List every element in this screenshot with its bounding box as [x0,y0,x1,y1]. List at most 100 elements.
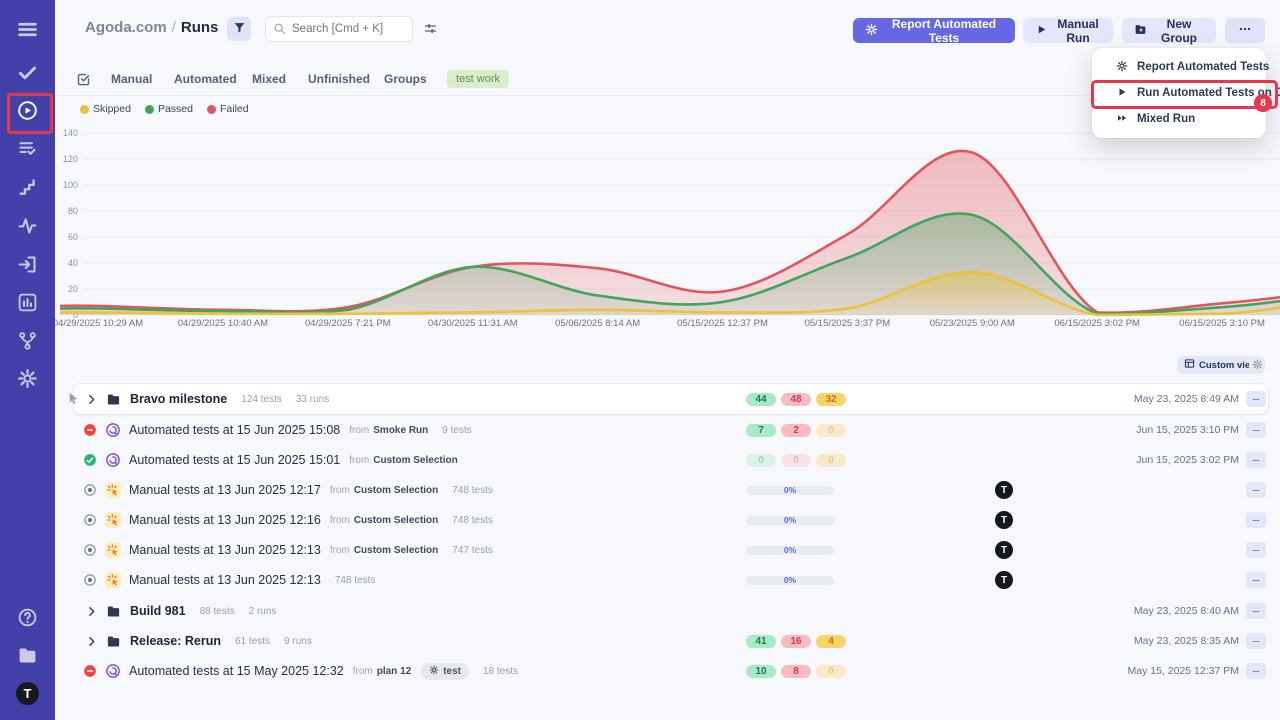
status-pending-icon [83,573,97,587]
sidebar: T [0,0,55,720]
table-row[interactable]: Automated tests at 15 May 2025 12:32from… [73,656,1268,686]
row-more-button[interactable] [1246,422,1266,438]
app-logo[interactable]: T [16,682,39,705]
from-label: from [349,425,369,436]
legend-item-skipped[interactable]: Skipped [80,103,131,115]
table-row[interactable]: Build 981 88 tests 2 runs May 23, 2025 8:40… [73,596,1268,626]
manual-run-icon [105,572,121,588]
manual-run-button[interactable]: Manual Run [1023,18,1113,43]
group-title[interactable]: Build 981 [130,604,186,618]
table-row[interactable]: Bravo milestone124 tests33 runs444832May… [73,384,1268,414]
row-more-button[interactable] [1246,663,1266,679]
x-axis-tick: 05/06/2025 8:14 AM [538,318,658,329]
table-row[interactable]: Automated tests at 15 Jun 2025 15:01from… [73,445,1268,475]
badge-passed: 44 [746,393,776,406]
menu-item-mixed-run[interactable]: Mixed Run [1092,106,1266,132]
progress-bar: 0% [746,576,834,585]
progress-bar: 0% [746,546,834,555]
run-source: Custom Selection [373,455,457,466]
view-settings-gear-icon[interactable] [1249,357,1265,373]
x-axis-tick: 06/15/2025 3:10 PM [1162,318,1280,329]
run-title[interactable]: Manual tests at 13 Jun 2025 12:13 [129,573,321,587]
group-title[interactable]: Bravo milestone [130,392,227,406]
sidebar-item-plans[interactable] [17,138,38,159]
sidebar-item-settings[interactable] [17,368,38,389]
status-passed-icon [83,453,97,467]
sidebar-item-import[interactable] [17,254,38,275]
table-row[interactable]: Manual tests at 13 Jun 2025 12:13748 tes… [73,565,1268,595]
group-meta: 2 runs [249,606,277,617]
report-automated-tests-button[interactable]: Report Automated Tests [853,18,1015,43]
x-axis-tick: 04/29/2025 10:40 AM [163,318,283,329]
run-date: Jun 15, 2025 3:10 PM [1136,424,1239,436]
breadcrumb-project[interactable]: Agoda.com [85,19,167,36]
expand-chevron-icon[interactable] [85,393,98,406]
row-more-button[interactable] [1246,603,1266,619]
table-row[interactable]: Manual tests at 13 Jun 2025 12:17fromCus… [73,475,1268,505]
automated-run-icon [105,452,121,468]
row-more-button[interactable] [1246,391,1266,407]
tab-manual[interactable]: Manual [111,72,152,86]
annotation-rectangle [1091,80,1278,109]
table-row[interactable]: Manual tests at 13 Jun 2025 12:13fromCus… [73,535,1268,565]
sidebar-item-reports[interactable] [17,292,38,313]
run-title[interactable]: Manual tests at 13 Jun 2025 12:16 [129,513,321,527]
legend-dot-icon [80,105,89,114]
row-more-button[interactable] [1246,482,1266,498]
play-icon [1035,23,1048,39]
progress-value: 0% [784,575,796,585]
expand-chevron-icon[interactable] [85,635,98,648]
group-meta: 88 tests [200,606,235,617]
chart-x-axis-labels: 04/29/2025 10:29 AM04/29/2025 10:40 AM04… [55,318,1280,332]
tab-groups[interactable]: Groups [384,72,427,86]
run-title[interactable]: Automated tests at 15 Jun 2025 15:08 [129,423,340,437]
table-row[interactable]: Release: Rerun61 tests9 runs41164May 23,… [73,626,1268,656]
filter-button[interactable] [227,17,251,41]
sidebar-item-steps[interactable] [17,177,38,198]
badge-skipped: 0 [816,665,846,678]
row-more-button[interactable] [1246,512,1266,528]
sidebar-item-branches[interactable] [17,330,38,351]
sidebar-item-projects[interactable] [17,645,38,666]
run-title[interactable]: Manual tests at 13 Jun 2025 12:17 [129,483,321,497]
table-row[interactable]: Automated tests at 15 Jun 2025 15:08 from… [73,415,1268,445]
badge-failed: 48 [781,393,811,406]
folder-plus-icon [1134,23,1147,39]
run-title[interactable]: Automated tests at 15 May 2025 12:32 [129,664,344,678]
menu-item-report-automated-tests[interactable]: Report Automated Tests [1092,54,1266,80]
manual-run-icon [105,542,121,558]
tab-unfinished[interactable]: Unfinished [308,72,370,86]
group-meta: 61 tests [235,636,270,647]
new-group-button[interactable]: New Group [1122,18,1216,43]
tab-automated[interactable]: Automated [174,72,237,86]
row-more-button[interactable] [1246,572,1266,588]
x-axis-tick: 04/29/2025 7:21 PM [288,318,408,329]
breadcrumb-separator: / [167,19,181,36]
sidebar-item-menu[interactable] [17,19,38,40]
row-more-button[interactable] [1246,542,1266,558]
expand-chevron-icon[interactable] [85,605,98,618]
tab-mixed[interactable]: Mixed [252,72,286,86]
legend-item-passed[interactable]: Passed [145,103,193,115]
row-more-button[interactable] [1246,633,1266,649]
legend-item-failed[interactable]: Failed [207,103,249,115]
search-input[interactable] [265,16,413,42]
filter-settings-icon[interactable] [423,21,438,36]
result-badges: 41164 [746,635,846,648]
status-pending-icon [83,543,97,557]
group-title[interactable]: Release: Rerun [130,634,221,648]
row-more-button[interactable] [1246,452,1266,468]
legend-label: Skipped [93,103,131,115]
y-axis-tick: 140 [63,128,78,138]
select-all-checkbox-icon[interactable] [76,72,91,87]
sidebar-item-tasks[interactable] [17,62,38,83]
sidebar-item-analytics[interactable] [17,215,38,236]
table-row[interactable]: Manual tests at 13 Jun 2025 12:16fromCus… [73,505,1268,535]
y-axis-tick: 100 [63,180,78,190]
run-date: May 23, 2025 8:40 AM [1134,605,1239,617]
run-title[interactable]: Manual tests at 13 Jun 2025 12:13 [129,543,321,557]
test-work-tag[interactable]: test work [447,70,509,88]
run-title[interactable]: Automated tests at 15 Jun 2025 15:01 [129,453,340,467]
sidebar-item-help[interactable] [17,607,38,628]
more-actions-button[interactable] [1225,18,1265,43]
